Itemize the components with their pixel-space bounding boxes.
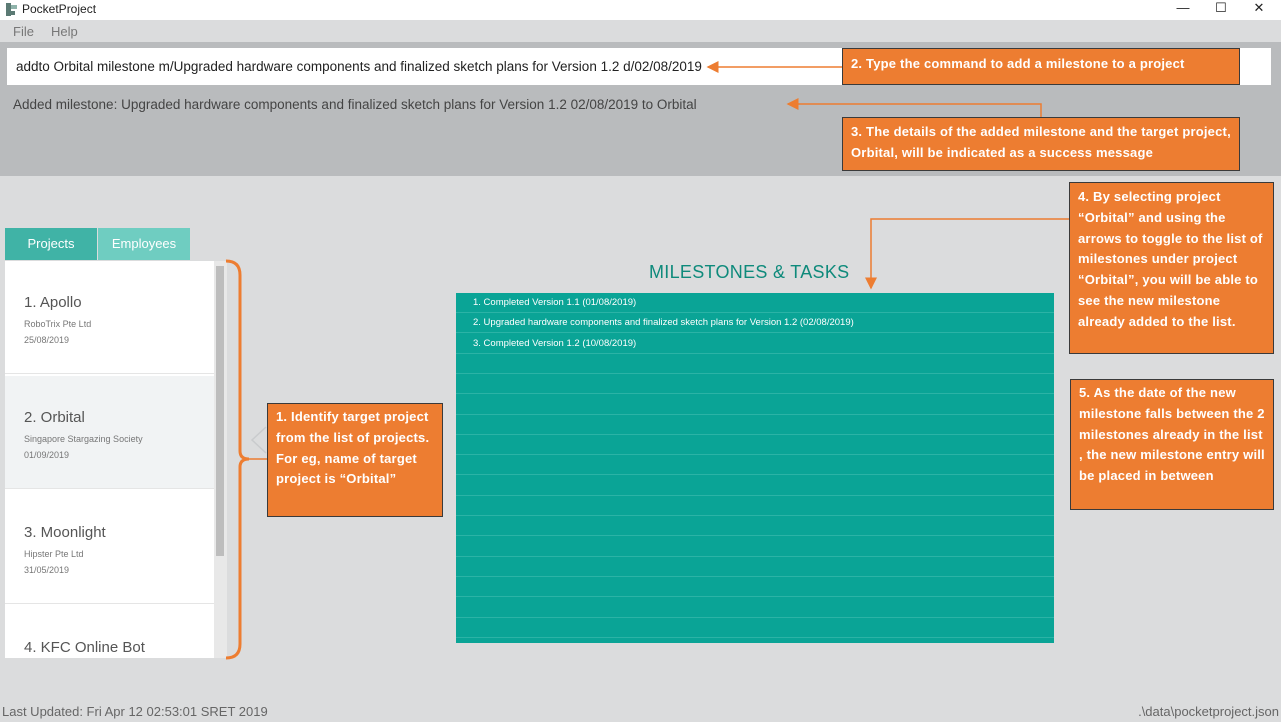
scrollbar-thumb[interactable]: [216, 266, 224, 556]
selection-pointer: [250, 426, 267, 454]
project-name: 1. Apollo: [24, 294, 82, 311]
annotation-step5: 5. As the date of the new milestone fall…: [1070, 379, 1274, 510]
milestone-row[interactable]: [456, 395, 1054, 415]
project-date: 31/05/2019: [24, 565, 70, 575]
app-logo-icon: [6, 3, 17, 16]
project-list-scrollbar[interactable]: [214, 261, 227, 658]
project-list: 1. Apollo RoboTrix Pte Ltd 25/08/2019 2.…: [5, 261, 227, 658]
milestone-row[interactable]: [456, 537, 1054, 557]
project-client: RoboTrix Pte Ltd: [24, 319, 92, 329]
milestone-row[interactable]: [456, 496, 1054, 516]
milestone-row[interactable]: [456, 354, 1054, 374]
project-name: 2. Orbital: [24, 409, 85, 426]
milestone-row[interactable]: [456, 415, 1054, 435]
milestone-text: 1. Completed Version 1.1 (01/08/2019): [473, 297, 637, 308]
data-file-path: .\data\pocketproject.json: [1138, 704, 1279, 719]
milestone-row[interactable]: 3. Completed Version 1.2 (10/08/2019): [456, 334, 1054, 354]
title-bar: PocketProject — ☐ ✕: [0, 0, 1281, 20]
annotation-step4: 4. By selecting project “Orbital” and us…: [1069, 182, 1274, 354]
milestone-row[interactable]: 1. Completed Version 1.1 (01/08/2019): [456, 293, 1054, 313]
project-client: Hipster Pte Ltd: [24, 549, 84, 559]
project-date: 25/08/2019: [24, 335, 70, 345]
milestone-row[interactable]: [456, 557, 1054, 577]
milestone-row[interactable]: [456, 577, 1054, 598]
project-card[interactable]: 3. Moonlight Hipster Pte Ltd 31/05/2019: [5, 491, 214, 604]
milestone-text: 2. Upgraded hardware components and fina…: [473, 317, 854, 329]
project-name: 4. KFC Online Bot: [24, 639, 145, 656]
milestone-row[interactable]: [456, 455, 1054, 476]
project-date: 01/09/2019: [24, 450, 70, 460]
annotation-step1: 1. Identify target project from the list…: [267, 403, 443, 517]
milestone-row[interactable]: 2. Upgraded hardware components and fina…: [456, 313, 1054, 334]
milestones-heading: MILESTONES & TASKS: [649, 262, 850, 282]
milestone-row[interactable]: [456, 598, 1054, 618]
milestone-text: 3. Completed Version 1.2 (10/08/2019): [473, 337, 637, 349]
annotation-step2: 2. Type the command to add a milestone t…: [842, 48, 1240, 85]
annotation-step3: 3. The details of the added milestone an…: [842, 117, 1240, 171]
project-card[interactable]: 4. KFC Online Bot: [5, 606, 214, 658]
milestone-row[interactable]: [456, 374, 1054, 395]
tab-projects[interactable]: Projects: [5, 228, 97, 260]
milestone-row[interactable]: [456, 516, 1054, 537]
status-bar: Last Updated: Fri Apr 12 02:53:01 SRET 2…: [0, 702, 1281, 722]
arrow-step4: [865, 218, 1069, 290]
milestone-row[interactable]: [456, 435, 1054, 456]
milestone-row[interactable]: [456, 476, 1054, 496]
command-input-text: addto Orbital milestone m/Upgraded hardw…: [16, 59, 702, 74]
project-name: 3. Moonlight: [24, 524, 106, 541]
milestone-list: 1. Completed Version 1.1 (01/08/2019) 2. …: [456, 293, 1054, 643]
result-message: Added milestone: Upgraded hardware compo…: [13, 97, 697, 112]
tab-employees[interactable]: Employees: [98, 228, 190, 260]
menu-file[interactable]: File: [13, 24, 34, 39]
project-card[interactable]: 1. Apollo RoboTrix Pte Ltd 25/08/2019: [5, 261, 214, 374]
last-updated: Last Updated: Fri Apr 12 02:53:01 SRET 2…: [2, 704, 268, 719]
project-card[interactable]: 2. Orbital Singapore Stargazing Society …: [5, 376, 214, 489]
menu-help[interactable]: Help: [51, 24, 78, 39]
project-list-bracket: [225, 259, 250, 660]
menu-bar: File Help: [0, 20, 1281, 42]
project-client: Singapore Stargazing Society: [24, 434, 143, 444]
close-button[interactable]: ✕: [1236, 0, 1281, 20]
window-title: PocketProject: [22, 2, 97, 16]
milestone-row[interactable]: [456, 618, 1054, 638]
